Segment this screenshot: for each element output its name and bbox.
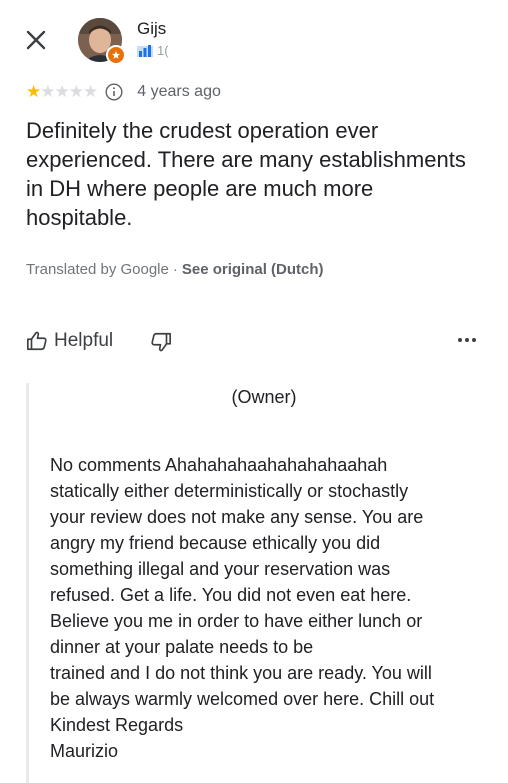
more-options-icon[interactable] [458, 338, 476, 342]
not-helpful-button[interactable] [150, 331, 172, 358]
star-icon-filled: ★ [26, 82, 41, 101]
star-badge-icon [112, 51, 120, 59]
owner-response: (Owner) No comments Ahahahahaahahahahaah… [26, 383, 499, 783]
star-icon-empty: ★ [54, 82, 70, 101]
thumbs-up-icon [27, 331, 47, 351]
separator: · [172, 261, 178, 278]
reviewer-name[interactable]: Gijs [137, 19, 166, 39]
star-icon-empty: ★ [40, 82, 55, 101]
reviewer-meta: 1( [137, 43, 169, 58]
star-rating: ★ ★ ★ ★ ★ [26, 82, 98, 102]
review-text: Definitely the crudest operation ever ex… [26, 118, 466, 230]
rating-row: ★ ★ ★ ★ ★ 4 years ago [26, 82, 221, 102]
owner-label: (Owner) [231, 387, 297, 407]
info-icon[interactable] [105, 83, 123, 101]
translated-by-label: Translated by Google [26, 261, 169, 278]
reviewer-meta-text: 1( [157, 43, 169, 58]
review-time: 4 years ago [137, 83, 221, 100]
close-icon [26, 30, 46, 50]
review-actions: Helpful [26, 330, 482, 358]
star-icon-empty: ★ [83, 82, 98, 101]
helpful-button[interactable]: Helpful [26, 330, 113, 352]
thumbs-down-icon [151, 332, 171, 352]
review-header: Gijs 1( [0, 0, 508, 80]
local-guide-chart-icon [137, 45, 153, 57]
owner-response-text: No comments Ahahahahaahahahahaahah stati… [50, 455, 435, 761]
see-original-link[interactable]: See original (Dutch) [182, 261, 324, 278]
local-guide-badge [106, 45, 126, 65]
translation-notice: Translated by Google · See original (Dutch… [26, 261, 324, 278]
star-icon-empty: ★ [68, 82, 84, 101]
helpful-label: Helpful [54, 330, 114, 351]
close-button[interactable] [22, 26, 50, 54]
